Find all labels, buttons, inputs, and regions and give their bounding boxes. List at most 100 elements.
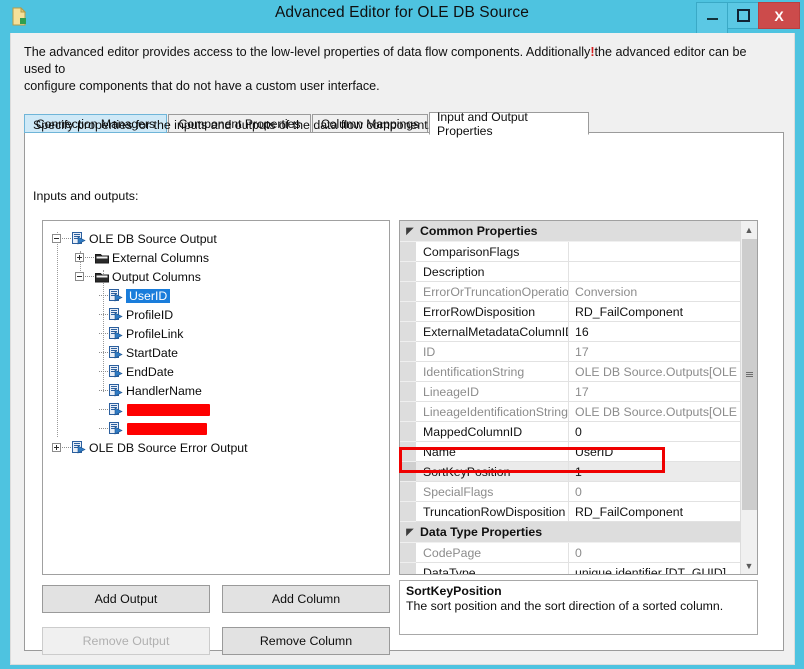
remove-column-button[interactable]: Remove Column [222, 627, 390, 655]
add-column-button[interactable]: Add Column [222, 585, 390, 613]
close-button[interactable]: X [758, 2, 800, 29]
category-collapse-icon[interactable]: ◤ [404, 527, 416, 538]
tree-item[interactable]: External Columns [75, 248, 209, 267]
property-value[interactable]: OLE DB Source.Outputs[OLE DB [569, 402, 741, 422]
property-value[interactable]: unique identifier [DT_GUID] [569, 563, 741, 574]
tree-item[interactable]: ProfileLink [98, 324, 183, 343]
property-row[interactable]: TruncationRowDisposition RD_FailComponent [400, 502, 741, 522]
property-gutter [400, 262, 416, 282]
property-value[interactable]: Conversion [569, 282, 741, 302]
tree-item[interactable]: HandlerName [98, 381, 202, 400]
property-value[interactable] [569, 262, 741, 282]
column-arrow-icon [109, 422, 123, 435]
property-row[interactable]: IdentificationString OLE DB Source.Output… [400, 362, 741, 382]
intro-text: The advanced editor provides access to t… [24, 44, 769, 95]
property-gutter [400, 362, 416, 382]
inputs-outputs-tree[interactable]: OLE DB Source Output External Columns Outp… [42, 220, 390, 575]
minimize-button[interactable] [696, 2, 728, 37]
property-row[interactable]: ErrorOrTruncationOperation Conversion [400, 282, 741, 302]
property-name: SpecialFlags [416, 482, 569, 502]
property-row-sortkeyposition[interactable]: SortKeyPosition 1 [400, 462, 741, 482]
property-value[interactable]: UserID [569, 442, 741, 462]
advanced-editor-window: Advanced Editor for OLE DB Source X The … [0, 0, 804, 669]
tree-connector-dots [99, 408, 108, 411]
tab-input-and-output-properties[interactable]: Input and Output Properties [429, 110, 589, 138]
property-row[interactable]: LineageIdentificationString OLE DB Source… [400, 402, 741, 422]
property-category-header[interactable]: ◤ Common Properties [400, 221, 741, 242]
property-value[interactable]: 0 [569, 482, 741, 502]
tree-item[interactable] [98, 419, 207, 438]
tree-item[interactable]: OLE DB Source Output [52, 229, 217, 248]
tree-connector-dots [99, 351, 108, 354]
tree-item[interactable]: Output Columns [75, 267, 201, 286]
scrollbar-grip-icon [746, 371, 753, 378]
property-gutter [400, 322, 416, 342]
property-name: ErrorRowDisposition [416, 302, 569, 322]
expand-icon[interactable] [75, 253, 84, 262]
title-bar[interactable]: Advanced Editor for OLE DB Source X [0, 0, 804, 37]
window-title: Advanced Editor for OLE DB Source [274, 4, 529, 21]
intro-line2: configure components that do not have a … [24, 79, 380, 93]
property-row[interactable]: Description [400, 262, 741, 282]
tree-connector-dots [99, 389, 108, 392]
tree-connector-dots [85, 275, 94, 278]
property-value[interactable]: 17 [569, 342, 741, 362]
property-value[interactable]: RD_FailComponent [569, 302, 741, 322]
property-value[interactable]: 0 [569, 422, 741, 442]
property-value[interactable]: 16 [569, 322, 741, 342]
maximize-button[interactable] [727, 2, 759, 29]
property-name: LineageIdentificationString [416, 402, 569, 422]
property-category-header[interactable]: ◤ Data Type Properties [400, 522, 741, 543]
property-row[interactable]: LineageID 17 [400, 382, 741, 402]
property-value[interactable] [569, 242, 741, 262]
window-controls: X [696, 2, 800, 37]
tree-item[interactable]: StartDate [98, 343, 178, 362]
tree-item[interactable]: ProfileID [98, 305, 173, 324]
property-value[interactable]: 17 [569, 382, 741, 402]
property-name: ExternalMetadataColumnID [416, 322, 569, 342]
property-row[interactable]: MappedColumnID 0 [400, 422, 741, 442]
property-row[interactable]: Name UserID [400, 442, 741, 462]
scrollbar-thumb[interactable] [742, 239, 757, 510]
property-value[interactable]: RD_FailComponent [569, 502, 741, 522]
property-row[interactable]: ErrorRowDisposition RD_FailComponent [400, 302, 741, 322]
inputs-outputs-label: Inputs and outputs: [33, 189, 139, 203]
add-output-button[interactable]: Add Output [42, 585, 210, 613]
property-row[interactable]: ID 17 [400, 342, 741, 362]
property-value[interactable]: 1 [569, 462, 741, 482]
property-description-text: The sort position and the sort direction… [406, 599, 724, 613]
output-arrow-icon [72, 232, 86, 245]
expand-icon[interactable] [52, 443, 61, 452]
tree-item[interactable] [98, 400, 210, 419]
tree-item-label: StartDate [126, 345, 178, 360]
property-row[interactable]: ExternalMetadataColumnID 16 [400, 322, 741, 342]
minimize-icon [706, 18, 718, 20]
property-category-label: Common Properties [420, 224, 538, 238]
chevron-up-icon[interactable]: ▲ [741, 221, 757, 238]
intro-line1a: The advanced editor provides access to t… [24, 45, 591, 59]
property-description-pane: SortKeyPosition The sort position and th… [399, 580, 758, 635]
property-grid[interactable]: ◤ Common Properties ComparisonFlags Descrip… [399, 220, 758, 575]
tree-item[interactable]: EndDate [98, 362, 174, 381]
property-row[interactable]: ComparisonFlags [400, 242, 741, 262]
property-name: IdentificationString [416, 362, 569, 382]
collapse-icon[interactable] [75, 272, 84, 281]
chevron-down-icon[interactable]: ▼ [741, 557, 757, 574]
collapse-icon[interactable] [52, 234, 61, 243]
property-value[interactable]: 0 [569, 543, 741, 563]
tree-item-label: Output Columns [112, 269, 201, 284]
property-name: TruncationRowDisposition [416, 502, 569, 522]
tree-connector-dots [62, 237, 71, 240]
property-grid-scrollbar[interactable]: ▲ ▼ [740, 221, 757, 574]
tree-item-label: OLE DB Source Output [89, 231, 217, 246]
column-arrow-icon [109, 403, 123, 416]
tree-item[interactable]: OLE DB Source Error Output [52, 438, 248, 457]
property-row[interactable]: CodePage 0 [400, 543, 741, 563]
tree-item[interactable]: UserID [98, 286, 171, 305]
property-row[interactable]: SpecialFlags 0 [400, 482, 741, 502]
property-gutter [400, 502, 416, 522]
property-row[interactable]: DataType unique identifier [DT_GUID] [400, 563, 741, 574]
column-arrow-icon [109, 327, 123, 340]
property-value[interactable]: OLE DB Source.Outputs[OLE DB [569, 362, 741, 382]
category-collapse-icon[interactable]: ◤ [404, 226, 416, 237]
